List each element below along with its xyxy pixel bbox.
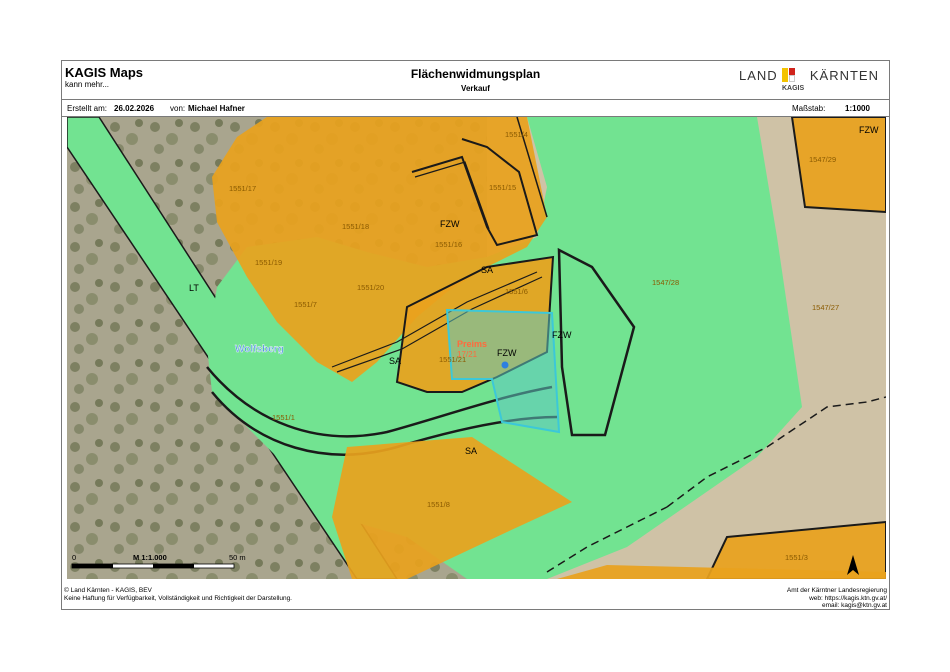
disclaimer: Keine Haftung für Verfügbarkeit, Vollstä… — [64, 594, 292, 602]
zone-label: SA — [465, 446, 477, 456]
street-label: Wolfsberg — [235, 344, 284, 355]
place-number: 17/21 — [457, 350, 478, 359]
scalebar-zero: 0 — [72, 553, 76, 562]
place-label: Preims — [457, 339, 487, 349]
created-label: Erstellt am: — [67, 104, 108, 113]
header: KAGIS Maps kann mehr... Flächenwidmungsp… — [62, 61, 889, 100]
logo-text-left: LAND — [739, 68, 778, 83]
zone-label: FZW — [440, 219, 460, 229]
parcel-label: 1547/29 — [809, 155, 836, 164]
parcel-label: 1547/28 — [652, 278, 679, 287]
zone-label: SA — [481, 265, 493, 275]
web-link[interactable]: web: https://kagis.ktn.gv.at/ — [787, 595, 887, 603]
logo-subtext: KAGIS — [782, 85, 805, 92]
author-name: Michael Hafner — [188, 104, 245, 113]
parcel-label: 1551/15 — [489, 183, 516, 192]
road-label-lt: LT — [189, 283, 199, 293]
parcel-label: 1547/27 — [812, 303, 839, 312]
parcel-label: 1551/3 — [785, 553, 808, 562]
parcel-label: 1551/7 — [294, 300, 317, 309]
zone-label: FZW — [497, 348, 517, 358]
footer-right: Amt der Kärntner Landesregierung web: ht… — [787, 587, 887, 610]
zone-label: FZW — [859, 125, 879, 135]
parcel-label: 1551/4 — [505, 130, 528, 139]
created-date: 26.02.2026 — [114, 104, 155, 113]
scale-label: Maßstab: — [792, 104, 826, 113]
parcel-label: 1551/8 — [427, 500, 450, 509]
location-pin-icon[interactable] — [501, 361, 509, 369]
footer-left: © Land Kärnten - KAGIS, BEV Keine Haftun… — [64, 587, 292, 602]
parcel-label: 1551/17 — [229, 184, 256, 193]
logo-text-right: KÄRNTEN — [809, 68, 879, 83]
parcel-label: 1551/20 — [357, 283, 384, 292]
print-sheet: KAGIS Maps kann mehr... Flächenwidmungsp… — [61, 60, 890, 610]
authority: Amt der Kärntner Landesregierung — [786, 587, 887, 594]
scalebar-ratio: M 1:1.000 — [133, 553, 167, 562]
zone-label: SA — [389, 356, 401, 366]
land-kaernten-logo: LAND KÄRNTEN KAGIS — [739, 66, 879, 96]
map-canvas[interactable]: FZW FZW FZW FZW SA SA SA 1551/17 1551/18… — [67, 117, 886, 579]
scale-value: 1:1000 — [845, 104, 870, 113]
carinthia-flag-icon — [782, 68, 795, 82]
author-label: von: — [170, 104, 186, 113]
parcel-label: 1551/6 — [505, 287, 528, 296]
parcel-label: 1551/1 — [272, 413, 295, 422]
copyright: © Land Kärnten - KAGIS, BEV — [64, 587, 152, 594]
parcel-label: 1551/19 — [255, 258, 282, 267]
zone-label: FZW — [552, 330, 572, 340]
email-link[interactable]: email: kagis@ktn.gv.at — [787, 602, 887, 610]
info-bar: Erstellt am: 26.02.2026 von: Michael Haf… — [62, 99, 889, 117]
map-view[interactable]: FZW FZW FZW FZW SA SA SA 1551/17 1551/18… — [67, 117, 886, 579]
parcel-label: 1551/18 — [342, 222, 369, 231]
footer: © Land Kärnten - KAGIS, BEV Keine Haftun… — [62, 581, 889, 609]
scalebar-end: 50 m — [229, 553, 246, 562]
parcel-label: 1551/16 — [435, 240, 462, 249]
